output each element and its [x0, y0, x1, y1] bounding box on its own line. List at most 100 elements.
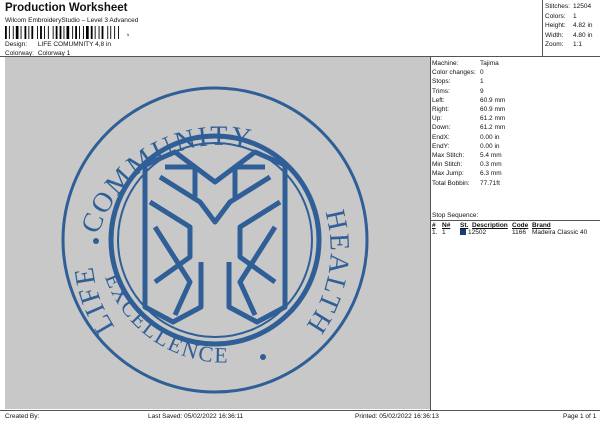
summary-stat-label: Height:	[545, 22, 566, 29]
machine-prop-label: Trims:	[432, 87, 450, 95]
machine-prop-label: Right:	[432, 106, 449, 114]
machine-prop-value: 60.9 mm	[480, 96, 506, 104]
machine-prop-row: Down: 61.2 mm	[432, 123, 505, 132]
design-row: Design: LIFE COMUMNITY 4,8 in	[5, 41, 111, 48]
page-number: Page 1 of 1	[563, 413, 597, 420]
summary-stats: Stitches: 12504 Colors: 1 Height: 4.82 in Widt…	[545, 2, 593, 50]
machine-prop-value: 60.9 mm	[480, 106, 506, 114]
machine-prop-value: 61.2 mm	[480, 115, 506, 123]
barcode-bar	[28, 26, 30, 39]
barcode-bar	[8, 26, 10, 39]
dot-left	[93, 238, 99, 244]
col-needle: N#	[442, 222, 451, 229]
barcode-bar	[110, 26, 112, 39]
machine-prop-row: Left: 60.9 mm	[432, 96, 505, 105]
machine-prop-row: Up: 61.2 mm	[432, 114, 505, 123]
design-preview: COMMUNITY LIFE HEALTH EXCELLENCE	[5, 57, 430, 409]
barcode-bar	[47, 26, 49, 39]
machine-prop-value: 0.00 in	[480, 133, 500, 141]
machine-prop-value: 6.3 mm	[480, 170, 502, 178]
barcode-bar	[118, 26, 119, 39]
col-description: Description	[472, 222, 508, 229]
barcode-bar	[90, 26, 93, 39]
sequence-divider	[430, 220, 600, 221]
machine-prop-label: Min Stitch:	[432, 161, 463, 169]
machine-properties: Machine: Tajima Color changes: 0 Stops: 1 Trim…	[432, 59, 505, 188]
last-saved: Last Saved: 05/02/2022 16:36:11	[148, 413, 244, 420]
barcode-bar	[15, 26, 19, 39]
machine-prop-row: Stops: 1	[432, 77, 505, 86]
thread-swatch	[460, 229, 466, 236]
summary-stat-label: Colors:	[545, 12, 566, 20]
row-brand: Madeira Classic 40	[532, 229, 588, 236]
machine-prop-label: Stops:	[432, 78, 451, 86]
machine-prop-value: 9	[480, 87, 484, 95]
col-number: #	[432, 222, 436, 229]
barcode-bar	[114, 26, 116, 39]
barcode-bar	[72, 26, 74, 39]
barcode-bar	[52, 26, 54, 39]
barcode-suffix: ,	[127, 30, 129, 37]
barcode-bar	[63, 26, 65, 39]
barcode	[5, 26, 119, 39]
col-code: Code	[512, 222, 529, 229]
summary-stat-value: 4.80 in	[573, 31, 593, 39]
barcode-bar	[86, 26, 89, 39]
barcode-bar	[24, 26, 27, 39]
machine-prop-row: Right: 60.9 mm	[432, 105, 505, 114]
embroidery-logo: COMMUNITY LIFE HEALTH EXCELLENCE	[61, 86, 369, 394]
created-by: Created By:	[5, 413, 40, 420]
barcode-bar	[31, 26, 34, 39]
summary-stat-row: Colors: 1	[545, 12, 593, 22]
summary-stat-row: Height: 4.82 in	[545, 21, 593, 31]
machine-prop-value: 77.71ft	[480, 179, 500, 187]
row-index: 1.	[432, 229, 438, 236]
worksheet-title: Production Worksheet	[5, 2, 128, 14]
col-brand: Brand	[532, 222, 551, 229]
barcode-bar	[98, 26, 100, 39]
summary-stat-value: 1:1	[573, 41, 583, 48]
barcode-bar	[83, 26, 84, 39]
row-stitches: 12502	[460, 229, 512, 236]
machine-prop-row: Max Jump: 6.3 mm	[432, 169, 505, 178]
summary-stat-label: Width:	[545, 31, 564, 39]
machine-prop-row: Color changes: 0	[432, 68, 505, 77]
summary-stat-value: 1	[573, 12, 577, 20]
barcode-bar	[20, 26, 22, 39]
barcode-bar	[55, 26, 58, 39]
barcode-bar	[5, 26, 7, 39]
barcode-bar	[59, 26, 62, 39]
machine-prop-value: 5.4 mm	[480, 152, 502, 160]
summary-stat-value: 4.82 in	[573, 22, 593, 29]
machine-prop-value: Tajima	[480, 60, 499, 67]
machine-prop-label: Max Jump:	[432, 170, 464, 178]
printed-date: Printed: 05/02/2022 16:36:13	[355, 413, 439, 420]
software-subtitle: Wilcom EmbroideryStudio – Level 3 Advanc…	[5, 17, 139, 24]
barcode-bar	[94, 26, 96, 39]
machine-prop-label: Color changes:	[432, 69, 476, 77]
table-header-row: # N# St. Description Code Brand	[432, 222, 587, 229]
table-row: 1. 1 12502 1166 Madeira Classic 40	[432, 229, 587, 236]
barcode-bar	[12, 26, 14, 39]
celtic-m-monogram	[142, 149, 288, 325]
barcode-bar	[40, 26, 42, 39]
machine-prop-row: Min Stitch: 0.3 mm	[432, 160, 505, 169]
summary-stat-row: Zoom: 1:1	[545, 40, 593, 50]
summary-stat-row: Stitches: 12504	[545, 2, 593, 12]
col-stitches: St.	[460, 222, 469, 229]
barcode-bar	[44, 26, 45, 39]
design-label: Design:	[5, 41, 28, 48]
machine-prop-row: Max Stitch: 5.4 mm	[432, 151, 505, 160]
footer-divider	[0, 410, 600, 411]
barcode-bar	[107, 26, 109, 39]
machine-prop-row: EndY: 0.00 in	[432, 142, 505, 151]
dot-bottom-right	[260, 354, 266, 360]
machine-prop-label: EndY:	[432, 142, 450, 150]
summary-stat-label: Zoom:	[545, 41, 564, 48]
row-code: 1166	[512, 229, 526, 236]
machine-prop-label: Total Bobbin:	[432, 179, 470, 187]
machine-prop-row: Total Bobbin: 77.71ft	[432, 179, 505, 188]
machine-prop-label: Down:	[432, 124, 451, 132]
machine-prop-value: 0.00 in	[480, 142, 500, 150]
machine-prop-row: EndX: 0.00 in	[432, 133, 505, 142]
